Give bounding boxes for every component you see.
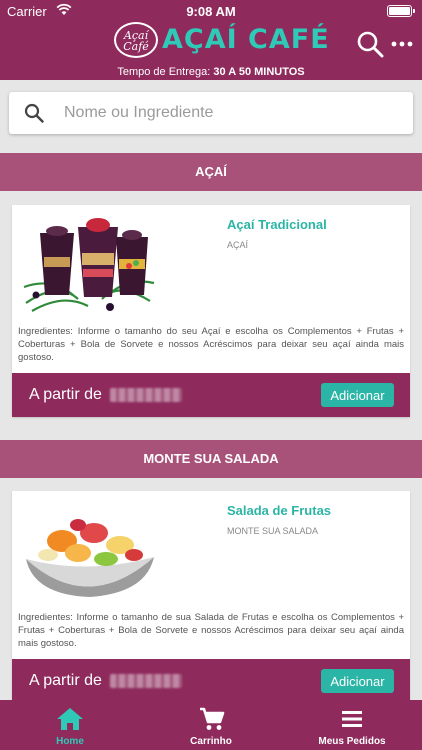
logo-badge: Açaí Café bbox=[114, 22, 158, 58]
section-header-acai: AÇAÍ bbox=[0, 153, 422, 191]
section-header-monte-sua-salada: MONTE SUA SALADA bbox=[0, 440, 422, 478]
price-bar: A partir de Adicionar bbox=[12, 373, 410, 417]
tab-label: Meus Pedidos bbox=[318, 736, 386, 747]
list-icon bbox=[342, 711, 362, 727]
price-label: A partir de bbox=[29, 672, 102, 689]
tab-label: Carrinho bbox=[190, 736, 232, 747]
product-category: AÇAÍ bbox=[227, 240, 249, 250]
product-description: Ingredientes: Informe o tamanho do seu A… bbox=[18, 326, 404, 363]
product-category: MONTE SUA SALADA bbox=[227, 526, 319, 536]
delivery-time: Tempo de Entrega: 30 A 50 MINUTOS bbox=[0, 66, 422, 78]
more-icon[interactable] bbox=[390, 32, 414, 56]
search-icon[interactable] bbox=[356, 30, 384, 58]
product-name[interactable]: Salada de Frutas bbox=[227, 503, 331, 518]
tab-carrinho[interactable]: Carrinho bbox=[141, 700, 281, 750]
delivery-value: 30 A 50 MINUTOS bbox=[213, 66, 305, 78]
tab-bar: Home Carrinho Meus Pedidos bbox=[0, 700, 422, 750]
product-image-acai bbox=[18, 211, 160, 317]
search-box[interactable] bbox=[9, 92, 413, 134]
product-image-salada bbox=[18, 497, 160, 603]
product-description: Ingredientes: Informe o tamanho de sua S… bbox=[18, 612, 404, 649]
price-bar: A partir de Adicionar bbox=[12, 659, 410, 703]
add-button[interactable]: Adicionar bbox=[321, 669, 394, 693]
search-input[interactable] bbox=[64, 92, 404, 134]
logo-title: AÇAÍ CAFÉ bbox=[162, 24, 330, 55]
battery-icon bbox=[387, 5, 415, 17]
tab-home[interactable]: Home bbox=[0, 700, 140, 750]
price-value-blurred bbox=[110, 388, 182, 402]
price-value-blurred bbox=[110, 674, 182, 688]
product-name[interactable]: Açaí Tradicional bbox=[227, 217, 327, 232]
clock: 9:08 AM bbox=[186, 4, 236, 19]
product-card-acai-tradicional[interactable]: Açaí Tradicional AÇAÍ Ingredientes: Info… bbox=[12, 205, 410, 417]
tab-label: Home bbox=[56, 736, 84, 747]
status-bar: Carrier 9:08 AM bbox=[0, 0, 422, 22]
product-card-salada-de-frutas[interactable]: Salada de Frutas MONTE SUA SALADA Ingred… bbox=[12, 491, 410, 703]
cart-icon bbox=[200, 707, 225, 730]
price-label: A partir de bbox=[29, 386, 102, 403]
home-icon bbox=[57, 708, 83, 730]
search-field-icon bbox=[24, 103, 44, 123]
delivery-label: Tempo de Entrega: bbox=[117, 66, 211, 78]
add-button[interactable]: Adicionar bbox=[321, 383, 394, 407]
app-header: Açaí Café AÇAÍ CAFÉ Tempo de Entrega: 30… bbox=[0, 22, 422, 80]
tab-meus-pedidos[interactable]: Meus Pedidos bbox=[282, 700, 422, 750]
